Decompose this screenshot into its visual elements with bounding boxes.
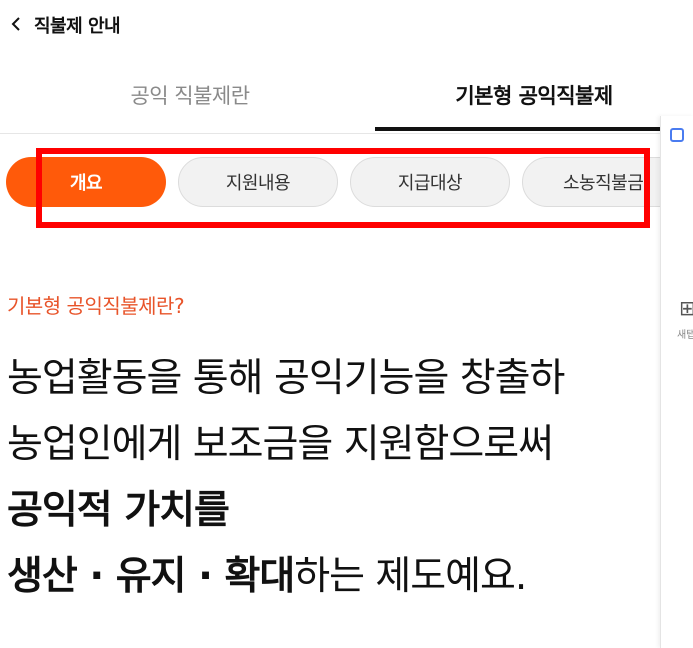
emphasis-produce-maintain-expand: 생산 · 유지 · 확대 (7, 554, 295, 599)
new-tab-icon[interactable]: ⊞ (679, 296, 693, 320)
active-tab-indicator (375, 127, 693, 131)
chip-support-details[interactable]: 지원내용 (178, 157, 338, 207)
page: 직불제 안내 공익 직불제란 기본형 공익직불제 개요 지원내용 지급대상 소농… (0, 0, 693, 648)
description-text: 농업활동을 통해 공익기능을 창출하 농업인에게 보조금을 지원함으로써 공익적… (7, 346, 693, 610)
window-icon[interactable] (670, 128, 684, 142)
main-tab-bar: 공익 직불제란 기본형 공익직불제 (0, 60, 693, 134)
description-line-2: 농업인에게 보조금을 지원함으로써 (7, 422, 554, 467)
sub-tab-chips: 개요 지원내용 지급대상 소농직불금 (0, 150, 693, 220)
emphasis-public-value: 공익적 가치를 (7, 488, 230, 533)
tab-public-direct-payment[interactable]: 공익 직불제란 (0, 60, 380, 130)
app-header: 직불제 안내 (0, 0, 693, 50)
chip-overview[interactable]: 개요 (6, 157, 166, 207)
chevron-left-icon (11, 17, 20, 31)
side-panel-label: 새탭 (677, 330, 693, 341)
description-line-3: 공익적 가치를 (7, 478, 693, 544)
description-line-1: 농업활동을 통해 공익기능을 창출하 (7, 356, 565, 401)
description-line-4-rest: 하는 제도예요. (294, 554, 527, 599)
back-button[interactable] (6, 11, 26, 37)
page-title: 직불제 안내 (34, 16, 121, 37)
tab-basic-public-direct-payment[interactable]: 기본형 공익직불제 (375, 60, 693, 130)
chip-eligibility[interactable]: 지급대상 (350, 157, 510, 207)
section-subtitle: 기본형 공익직불제란? (7, 294, 185, 318)
description-line-4: 생산 · 유지 · 확대하는 제도예요. (7, 544, 693, 610)
